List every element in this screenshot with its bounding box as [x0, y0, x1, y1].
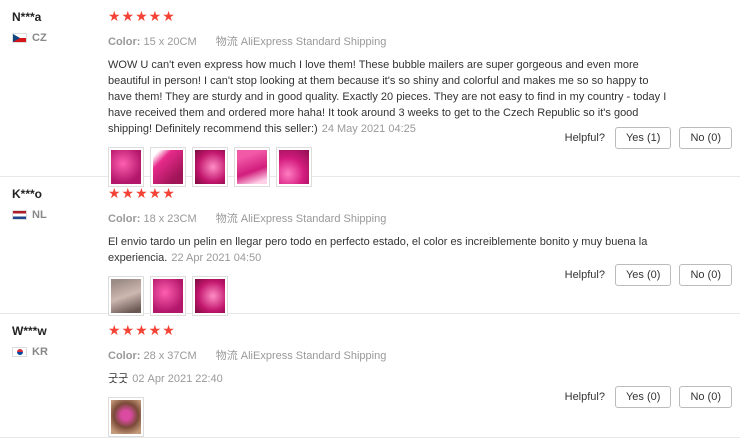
color-label: Color: — [108, 36, 141, 48]
review-text: 굿굿 02 Apr 2021 22:40 — [108, 371, 668, 387]
helpful-controls: Helpful? Yes (0) No (0) — [565, 264, 732, 286]
review-content: ★★★★★ Color: 15 x 20CM 物流 AliExpress Sta… — [108, 8, 668, 187]
review-photo[interactable] — [108, 276, 144, 316]
color-label: Color: — [108, 350, 141, 362]
star-rating: ★★★★★ — [108, 322, 176, 338]
helpful-controls: Helpful? Yes (0) No (0) — [565, 386, 732, 408]
review-item: W***w KR ★★★★★ Color: 28 x 37CM 物流 AliEx… — [0, 314, 740, 438]
color-value: 15 x 20CM — [143, 36, 197, 48]
review-content: ★★★★★ Color: 18 x 23CM 物流 AliExpress Sta… — [108, 185, 668, 316]
reviewer-info: N***a CZ — [12, 10, 47, 44]
helpful-label: Helpful? — [564, 269, 605, 281]
country-code: KR — [32, 346, 48, 358]
helpful-no-button[interactable]: No (0) — [679, 386, 732, 408]
review-date: 24 May 2021 04:25 — [321, 123, 416, 135]
color-value: 18 x 23CM — [143, 213, 197, 225]
shipping-value: AliExpress Standard Shipping — [240, 350, 387, 362]
review-meta: Color: 28 x 37CM 物流 AliExpress Standard … — [108, 347, 668, 363]
country-code: NL — [32, 209, 47, 221]
shipping-label: 物流 — [215, 36, 238, 48]
czech-flag-icon — [12, 33, 27, 43]
review-photo[interactable] — [108, 397, 144, 437]
helpful-no-button[interactable]: No (0) — [679, 127, 732, 149]
review-photo[interactable] — [150, 276, 186, 316]
shipping-label: 物流 — [215, 213, 238, 225]
shipping-value: AliExpress Standard Shipping — [240, 36, 387, 48]
review-text: El envio tardo un pelin en llegar pero t… — [108, 234, 668, 266]
review-date: 02 Apr 2021 22:40 — [132, 373, 223, 385]
review-photo[interactable] — [192, 276, 228, 316]
helpful-controls: Helpful? Yes (1) No (0) — [565, 127, 732, 149]
review-body: 굿굿 — [108, 373, 129, 385]
star-rating: ★★★★★ — [108, 185, 176, 201]
reviewer-info: K***o NL — [12, 187, 47, 221]
helpful-label: Helpful? — [564, 391, 605, 403]
reviewer-name: W***w — [12, 324, 47, 338]
country-code: CZ — [32, 32, 47, 44]
reviewer-country: CZ — [12, 32, 47, 44]
helpful-yes-button[interactable]: Yes (1) — [614, 127, 672, 149]
review-meta: Color: 15 x 20CM 物流 AliExpress Standard … — [108, 33, 668, 49]
shipping-value: AliExpress Standard Shipping — [240, 213, 387, 225]
netherlands-flag-icon — [12, 210, 27, 220]
review-date: 22 Apr 2021 04:50 — [171, 252, 262, 264]
review-item: N***a CZ ★★★★★ Color: 15 x 20CM 物流 AliEx… — [0, 0, 740, 187]
star-rating: ★★★★★ — [108, 8, 176, 24]
review-item: K***o NL ★★★★★ Color: 18 x 23CM 物流 AliEx… — [0, 177, 740, 316]
color-label: Color: — [108, 213, 141, 225]
helpful-no-button[interactable]: No (0) — [679, 264, 732, 286]
reviewer-country: NL — [12, 209, 47, 221]
reviewer-name: N***a — [12, 10, 42, 24]
review-text: WOW U can't even express how much I love… — [108, 57, 668, 137]
review-meta: Color: 18 x 23CM 物流 AliExpress Standard … — [108, 210, 668, 226]
reviewer-country: KR — [12, 346, 48, 358]
korea-flag-icon — [12, 347, 27, 357]
shipping-label: 物流 — [215, 350, 238, 362]
helpful-yes-button[interactable]: Yes (0) — [614, 264, 672, 286]
helpful-yes-button[interactable]: Yes (0) — [614, 386, 672, 408]
reviewer-name: K***o — [12, 187, 43, 201]
color-value: 28 x 37CM — [143, 350, 197, 362]
helpful-label: Helpful? — [564, 132, 605, 144]
review-content: ★★★★★ Color: 28 x 37CM 物流 AliExpress Sta… — [108, 322, 668, 437]
reviewer-info: W***w KR — [12, 324, 48, 358]
